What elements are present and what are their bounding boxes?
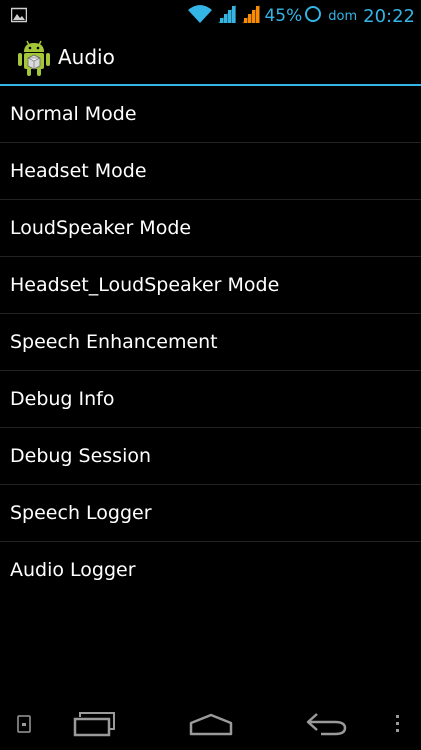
list-item-loudspeaker-mode[interactable]: LoudSpeaker Mode (0, 200, 421, 257)
clock: 20:22 (363, 5, 415, 27)
list-item-speech-enhancement[interactable]: Speech Enhancement (0, 314, 421, 371)
menu-icon[interactable] (386, 708, 410, 740)
status-bar: 45% dom 20:22 (0, 0, 421, 32)
list-item-headset-mode[interactable]: Headset Mode (0, 143, 421, 200)
status-indicators: 45% dom 20:22 (187, 3, 415, 29)
image-notification-icon (10, 7, 28, 23)
list-item-normal-mode[interactable]: Normal Mode (0, 86, 421, 143)
list-item-audio-logger[interactable]: Audio Logger (0, 542, 421, 598)
battery-percent: 45% (264, 6, 303, 26)
wifi-icon (187, 4, 213, 28)
audio-mode-list: Normal Mode Headset Mode LoudSpeaker Mod… (0, 86, 421, 598)
list-item-debug-info[interactable]: Debug Info (0, 371, 421, 428)
signal-icon (218, 5, 237, 27)
battery-icon (304, 5, 322, 27)
list-item-speech-logger[interactable]: Speech Logger (0, 485, 421, 542)
page-title: Audio (58, 45, 115, 69)
navigation-bar (0, 700, 421, 750)
android-app-icon[interactable] (16, 38, 52, 78)
recent-apps-icon[interactable] (68, 706, 120, 742)
action-bar: Audio (0, 32, 421, 84)
home-icon[interactable] (184, 706, 238, 742)
list-item-debug-session[interactable]: Debug Session (0, 428, 421, 485)
screenshot-icon[interactable] (10, 710, 38, 738)
signal-icon-2 (242, 5, 261, 27)
back-icon[interactable] (300, 706, 354, 742)
carrier-label: dom (328, 8, 358, 24)
list-item-headset-loudspeaker-mode[interactable]: Headset_LoudSpeaker Mode (0, 257, 421, 314)
